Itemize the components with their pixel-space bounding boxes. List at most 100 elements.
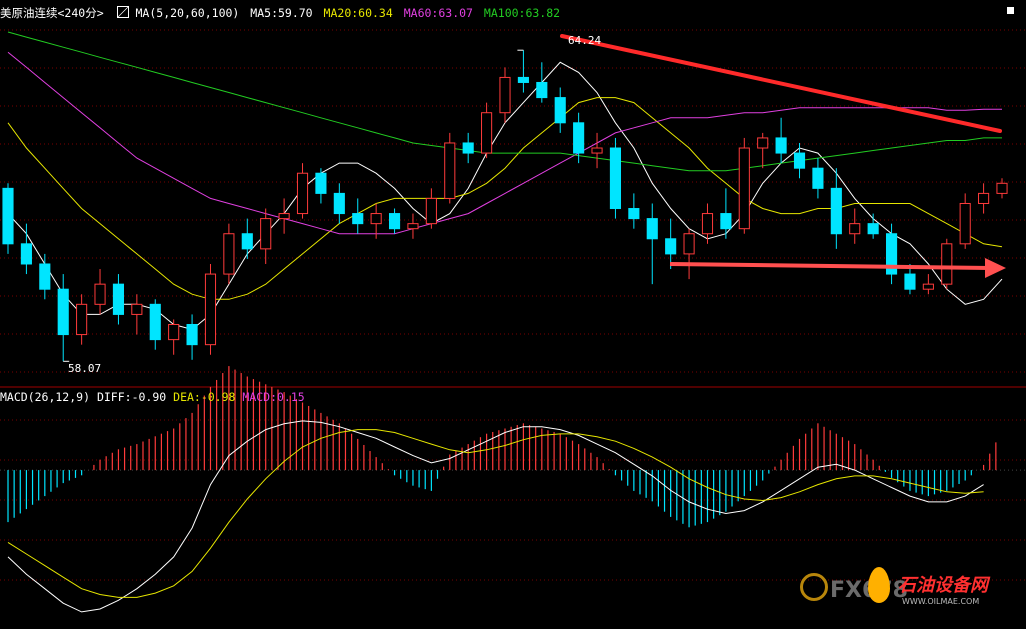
candle-body xyxy=(481,112,493,154)
candle-body xyxy=(204,273,217,346)
ma-line-ma20 xyxy=(7,97,1003,300)
candle-body xyxy=(39,263,51,290)
dea-value: DEA:-0.98 xyxy=(173,390,236,404)
support-arrow-head xyxy=(985,258,1006,278)
candle-body xyxy=(738,147,750,230)
candle-body xyxy=(996,182,1008,194)
candle-body xyxy=(407,223,419,230)
candle xyxy=(591,132,603,169)
candle xyxy=(352,198,364,234)
candle-body xyxy=(904,273,916,290)
candle xyxy=(536,62,548,103)
fx-logo-icon xyxy=(800,573,828,601)
candle xyxy=(94,269,106,315)
candle-body xyxy=(388,213,401,230)
candle-body xyxy=(425,197,437,225)
candle-body xyxy=(296,172,309,215)
candle-body xyxy=(168,323,180,341)
ma20-value: MA20:60.34 xyxy=(323,6,393,20)
candle-body xyxy=(665,238,677,255)
candle-body xyxy=(352,213,364,225)
candle xyxy=(57,274,69,362)
candle-body xyxy=(76,303,88,336)
candle xyxy=(720,188,732,239)
candle-body xyxy=(315,172,327,194)
ma60-value: MA60:63.07 xyxy=(403,6,473,20)
candle xyxy=(388,208,401,234)
candle xyxy=(793,142,806,179)
candle xyxy=(628,193,640,229)
candle-body xyxy=(830,187,842,235)
candle-body xyxy=(757,137,769,149)
macd-header: MACD(26,12,9) DIFF:-0.90 DEA:-0.98 MACD:… xyxy=(0,390,305,404)
candle-body xyxy=(646,218,658,240)
candle-body xyxy=(149,303,161,341)
low-price-label: 58.07 xyxy=(68,362,101,375)
corner-marker-icon xyxy=(1007,7,1014,14)
candle xyxy=(885,223,898,285)
candle xyxy=(241,218,253,259)
candle xyxy=(683,228,695,280)
candle xyxy=(204,263,217,355)
candle xyxy=(646,203,658,285)
candle xyxy=(168,319,180,355)
candle xyxy=(315,168,327,204)
candle-body xyxy=(186,323,198,346)
candle-body xyxy=(2,187,14,245)
price-header: 美原油连续<240分> MA(5,20,60,100) MA5:59.70 MA… xyxy=(0,5,560,21)
candle xyxy=(444,132,456,204)
candle-body xyxy=(867,223,879,235)
candle xyxy=(554,87,566,133)
candle xyxy=(112,274,125,325)
candle xyxy=(260,208,272,264)
candle-body xyxy=(812,167,824,189)
candle xyxy=(481,102,493,159)
candle xyxy=(775,117,787,164)
candle-body xyxy=(683,233,695,255)
candle-body xyxy=(849,223,861,235)
candle-body xyxy=(628,208,640,220)
candle xyxy=(278,198,290,234)
ma-toggle-icon[interactable] xyxy=(116,6,129,18)
ma5-value: MA5:59.70 xyxy=(250,6,313,20)
candle-body xyxy=(573,122,585,154)
candle xyxy=(959,193,971,249)
candle xyxy=(20,223,32,275)
descending-trendline xyxy=(560,34,1002,133)
candle xyxy=(996,178,1008,199)
oilmae-name: 石油设备网 xyxy=(898,575,988,596)
candle xyxy=(867,213,879,239)
candlesticks xyxy=(2,49,1008,362)
macd-value: MACD:0.15 xyxy=(242,390,305,404)
candle-body xyxy=(499,76,511,114)
high-price-label: 64.24 xyxy=(568,34,601,47)
candle-body xyxy=(94,283,106,305)
candle xyxy=(149,299,161,350)
chart-stage: 64.24 58.07 xyxy=(0,29,1026,613)
macd-label: MACD(26,12,9) xyxy=(0,390,91,404)
candle xyxy=(609,137,622,219)
candle-body xyxy=(278,213,290,220)
fx678-watermark: FX678 xyxy=(800,573,908,603)
candle-body xyxy=(370,213,382,225)
oilmae-url: WWW.OILMAE.COM xyxy=(902,597,980,606)
candle-body xyxy=(20,243,32,265)
candle-body xyxy=(922,283,934,290)
candle-body xyxy=(941,243,953,285)
candle-body xyxy=(609,147,622,210)
candle-body xyxy=(775,137,787,154)
candle xyxy=(757,132,769,169)
candle xyxy=(2,183,14,254)
candle-body xyxy=(131,303,143,315)
ma-label: MA(5,20,60,100) xyxy=(135,6,240,20)
candle xyxy=(830,168,842,249)
candle xyxy=(131,294,143,335)
candle-body xyxy=(959,202,971,245)
candle xyxy=(39,253,51,300)
candle xyxy=(76,294,88,345)
candle-body xyxy=(223,233,235,275)
candle-body xyxy=(112,283,125,315)
instrument-name: 美原油连续 xyxy=(0,6,58,20)
candle xyxy=(407,213,419,239)
candle xyxy=(941,238,953,290)
